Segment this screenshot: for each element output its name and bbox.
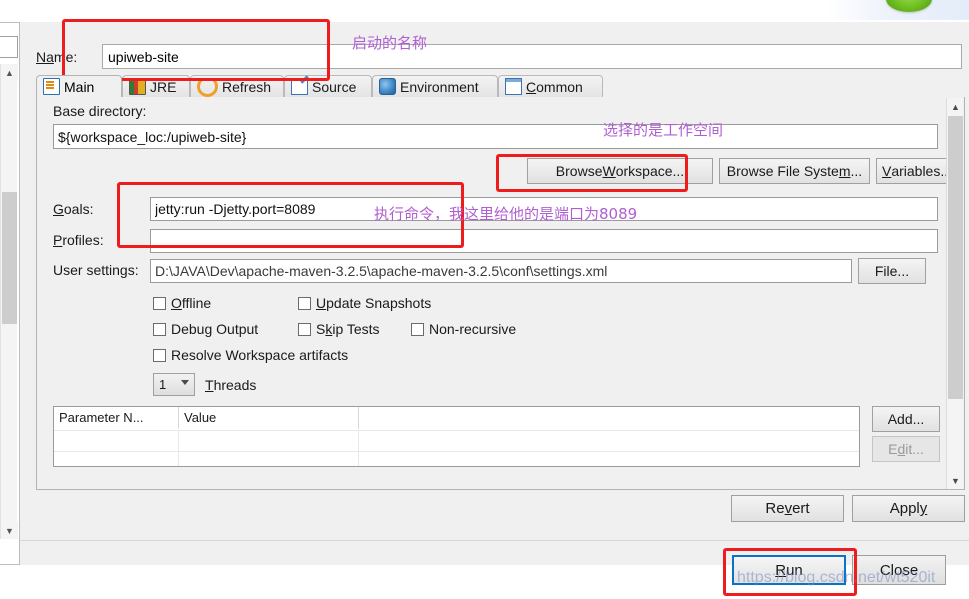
background-filter-input[interactable] (0, 36, 18, 58)
checkbox-update-snapshots-box[interactable] (298, 296, 311, 310)
threads-combobox[interactable]: 1 (153, 373, 195, 396)
user-settings-input[interactable] (150, 259, 852, 283)
main-panel-scrollbar[interactable]: ▲ ▼ (946, 98, 963, 489)
scroll-down-icon[interactable]: ▼ (1, 522, 18, 539)
scroll-down-icon[interactable]: ▼ (947, 472, 964, 489)
close-button-label: Close (879, 561, 919, 579)
tab-source-label: Source (312, 78, 357, 95)
refresh-arrows-icon (197, 76, 218, 97)
main-config-icon (43, 78, 60, 95)
table-row[interactable] (54, 430, 859, 451)
add-parameter-button[interactable]: Add... (872, 406, 940, 432)
browse-file-system-button[interactable]: Browse File Syste m... (719, 158, 870, 184)
revert-button: Revert (731, 495, 844, 522)
top-strip (0, 0, 969, 22)
checkbox-non-recursive-label: Non-recursive (429, 321, 517, 337)
name-label: Name: (36, 49, 78, 65)
revert-button-label: Revert (765, 500, 810, 517)
jre-books-icon (129, 78, 146, 95)
environment-globe-icon (379, 78, 396, 95)
tab-common[interactable]: Common (498, 75, 603, 97)
scroll-up-icon[interactable]: ▲ (947, 98, 964, 115)
name-row: Name: (36, 44, 965, 71)
scrollbar-thumb[interactable] (948, 116, 963, 399)
goals-input[interactable] (150, 197, 938, 221)
goals-label: Goals: (53, 201, 94, 217)
checkbox-debug-output-label: Debug Output (171, 321, 259, 337)
apply-button: Apply (852, 495, 965, 522)
close-button[interactable]: Close (852, 555, 946, 585)
base-directory-label: Base directory: (53, 103, 147, 119)
tab-jre[interactable]: JRE (122, 75, 190, 97)
user-settings-label: User settings: (53, 262, 139, 278)
run-button[interactable]: Run (732, 555, 846, 585)
apply-button-label: Apply (889, 500, 928, 517)
tab-main-label: Main (64, 78, 95, 95)
file-button[interactable]: File... (858, 258, 926, 284)
checkbox-offline-box[interactable] (153, 296, 166, 310)
column-header-parameter-name[interactable]: Parameter N... (54, 407, 179, 429)
checkbox-non-recursive[interactable]: Non-recursive (411, 321, 516, 337)
main-tab-panel: Base directory: Browse Workspace... Brow… (36, 97, 965, 490)
tab-refresh-label: Refresh (222, 78, 272, 95)
tab-source[interactable]: Source (284, 75, 372, 97)
scroll-up-icon[interactable]: ▲ (1, 64, 18, 81)
parameter-table-rows (54, 430, 859, 466)
checkbox-skip-tests-box[interactable] (298, 322, 311, 336)
edit-parameter-button: Ed it... (872, 436, 940, 462)
left-panel-scrollbar[interactable]: ▲ ▼ (0, 64, 18, 539)
common-window-icon (505, 78, 522, 95)
threads-value: 1 (159, 377, 167, 392)
tab-refresh[interactable]: Refresh (190, 75, 284, 97)
tab-strip: Main JRE Refresh Source Environment Comm… (36, 75, 965, 98)
tab-environment-label: Environment (400, 78, 479, 95)
tab-jre-label: JRE (150, 78, 177, 95)
tab-environment[interactable]: Environment (372, 75, 498, 97)
browse-workspace-button[interactable]: Browse Workspace... (527, 158, 713, 184)
checkbox-row-2: Debug Output Skip Tests Non-recursive (153, 321, 516, 337)
checkbox-skip-tests[interactable]: Skip Tests (298, 321, 411, 337)
run-button-label: Run (775, 561, 803, 579)
checkbox-debug-output-box[interactable] (153, 322, 166, 336)
tab-main[interactable]: Main (36, 75, 122, 97)
column-header-value[interactable]: Value (179, 407, 359, 429)
parameter-table[interactable]: Parameter N... Value (53, 406, 860, 467)
checkbox-offline-label: Offline (171, 295, 212, 311)
checkbox-non-recursive-box[interactable] (411, 322, 424, 336)
checkbox-resolve-workspace-artifacts-label: Resolve Workspace artifacts (171, 347, 349, 363)
parameter-table-header: Parameter N... Value (54, 407, 859, 430)
checkbox-row-3: Resolve Workspace artifacts (153, 347, 348, 363)
checkbox-resolve-workspace-artifacts[interactable]: Resolve Workspace artifacts (153, 347, 348, 363)
screenshot-root: ▲ ▼ Name: Main JRE Refresh (0, 0, 969, 599)
scrollbar-thumb[interactable] (2, 192, 17, 324)
checkbox-resolve-workspace-artifacts-box[interactable] (153, 348, 166, 362)
source-pencil-icon (291, 78, 308, 95)
chevron-down-icon[interactable] (181, 380, 189, 385)
checkbox-update-snapshots-label: Update Snapshots (316, 295, 432, 311)
tab-common-label: Common (526, 78, 583, 95)
footer-divider (20, 540, 969, 541)
profiles-input[interactable] (150, 229, 938, 253)
name-input[interactable] (102, 44, 962, 69)
column-header-blank[interactable] (359, 407, 859, 429)
threads-label: Threads (205, 377, 257, 393)
checkbox-row-1: Offline Update Snapshots (153, 295, 431, 311)
checkbox-update-snapshots[interactable]: Update Snapshots (298, 295, 431, 311)
checkbox-offline[interactable]: Offline (153, 295, 298, 311)
base-directory-input[interactable] (53, 124, 938, 149)
table-row[interactable] (54, 451, 859, 466)
profiles-label: Profiles: (53, 232, 104, 248)
run-configuration-dialog: Name: Main JRE Refresh Source (20, 22, 969, 565)
checkbox-debug-output[interactable]: Debug Output (153, 321, 298, 337)
checkbox-skip-tests-label: Skip Tests (316, 321, 380, 337)
